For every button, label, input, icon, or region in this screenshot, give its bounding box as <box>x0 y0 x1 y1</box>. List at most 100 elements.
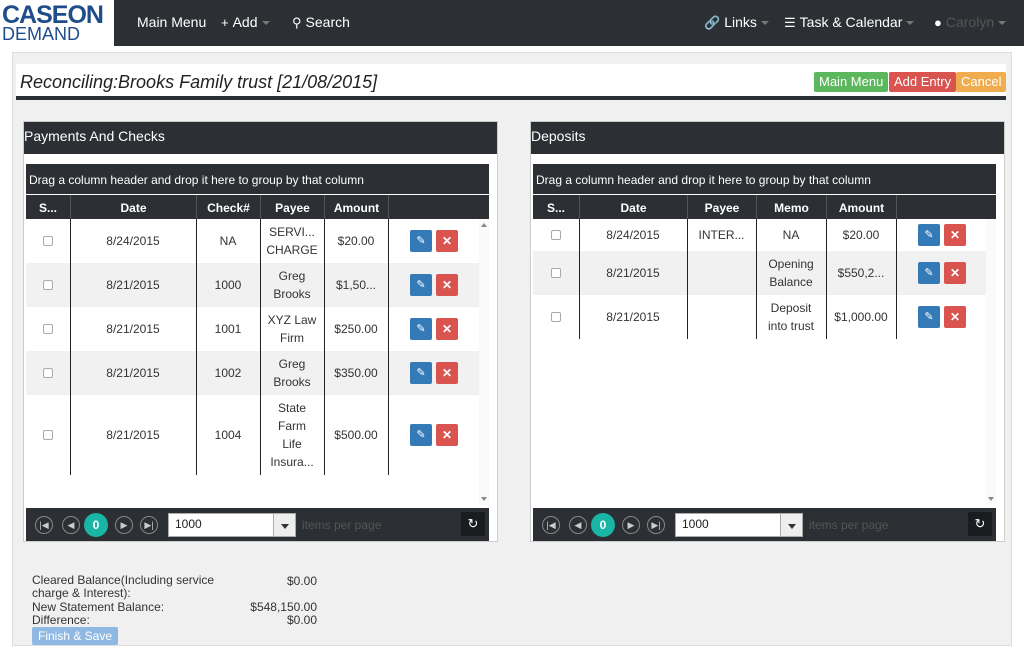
nav-search-label: Search <box>305 14 350 30</box>
nav-user-name: Carolyn <box>945 14 995 30</box>
row-select <box>26 219 70 263</box>
delete-icon[interactable]: ✕ <box>944 262 966 284</box>
col-select[interactable]: S... <box>26 195 70 219</box>
nav-task-calendar-label: Task & Calendar <box>799 14 903 30</box>
scroll-down-icon[interactable] <box>481 497 487 501</box>
row-select <box>26 307 70 351</box>
payments-grid: Drag a column header and drop it here to… <box>26 164 489 541</box>
refresh-icon[interactable]: ↻ <box>968 512 992 536</box>
next-page-icon[interactable]: ▶ <box>115 516 133 534</box>
table-row[interactable]: 8/21/2015 Deposit into trust $1,000.00 ✎… <box>533 295 986 339</box>
edit-icon[interactable]: ✎ <box>918 306 940 328</box>
deposits-group-hint[interactable]: Drag a column header and drop it here to… <box>533 164 996 194</box>
delete-icon[interactable]: ✕ <box>944 306 966 328</box>
caseondemand-logo[interactable]: CASEON DEMAND <box>0 0 114 46</box>
col-payee[interactable]: Payee <box>687 195 756 219</box>
row-select <box>533 251 579 295</box>
scroll-up-icon[interactable] <box>481 223 487 227</box>
edit-icon[interactable]: ✎ <box>410 274 432 296</box>
row-check-number: 1002 <box>214 366 242 380</box>
delete-icon[interactable]: ✕ <box>436 318 458 340</box>
row-check-number: 1004 <box>214 428 242 442</box>
col-payee[interactable]: Payee <box>260 195 324 219</box>
col-select[interactable]: S... <box>533 195 579 219</box>
delete-icon[interactable]: ✕ <box>436 230 458 252</box>
prev-page-icon[interactable]: ◀ <box>62 516 80 534</box>
payments-group-hint[interactable]: Drag a column header and drop it here to… <box>26 164 489 194</box>
row-payee: Greg Brooks <box>273 357 311 389</box>
edit-icon[interactable]: ✎ <box>410 318 432 340</box>
row-payee: State Farm Life Insura... <box>270 401 314 469</box>
col-date[interactable]: Date <box>70 195 196 219</box>
table-row[interactable]: 8/21/2015 1004 State Farm Life Insura...… <box>26 395 479 475</box>
chevron-down-icon[interactable] <box>273 514 295 536</box>
edit-icon[interactable]: ✎ <box>410 424 432 446</box>
row-checkbox[interactable] <box>551 230 561 240</box>
edit-icon[interactable]: ✎ <box>918 262 940 284</box>
row-checkbox[interactable] <box>551 312 561 322</box>
col-date[interactable]: Date <box>579 195 687 219</box>
nav-links[interactable]: 🔗 Links <box>704 14 769 31</box>
current-page[interactable]: 0 <box>591 513 615 537</box>
table-row[interactable]: 8/24/2015 NA SERVI... CHARGE $20.00 ✎ ✕ <box>26 219 479 263</box>
row-check-number: 1000 <box>214 278 242 292</box>
cancel-button[interactable]: Cancel <box>956 72 1007 92</box>
row-checkbox[interactable] <box>43 430 53 440</box>
row-actions: ✎ ✕ <box>388 351 480 395</box>
deposits-scrollbar[interactable] <box>986 219 996 505</box>
col-amount[interactable]: Amount <box>324 195 388 219</box>
row-checkbox[interactable] <box>43 368 53 378</box>
table-row[interactable]: 8/21/2015 Opening Balance $550,2... ✎ ✕ <box>533 251 986 295</box>
last-page-icon[interactable]: ▶| <box>140 516 158 534</box>
edit-icon[interactable]: ✎ <box>918 224 940 246</box>
nav-main-menu[interactable]: Main Menu <box>137 14 206 30</box>
row-actions: ✎ ✕ <box>896 251 988 295</box>
last-page-icon[interactable]: ▶| <box>647 516 665 534</box>
col-memo[interactable]: Memo <box>756 195 826 219</box>
row-checkbox[interactable] <box>43 324 53 334</box>
nav-add[interactable]: + Add <box>221 14 270 30</box>
edit-icon[interactable]: ✎ <box>410 230 432 252</box>
delete-icon[interactable]: ✕ <box>436 274 458 296</box>
table-row[interactable]: 8/21/2015 1001 XYZ Law Firm $250.00 ✎ ✕ <box>26 307 479 351</box>
prev-page-icon[interactable]: ◀ <box>569 516 587 534</box>
payments-scrollbar[interactable] <box>479 219 489 505</box>
delete-icon[interactable]: ✕ <box>436 424 458 446</box>
page-size-select[interactable]: 1000 <box>168 513 296 537</box>
delete-icon[interactable]: ✕ <box>944 224 966 246</box>
table-row[interactable]: 8/24/2015 INTER... NA $20.00 ✎ ✕ <box>533 219 986 251</box>
row-select <box>533 295 579 339</box>
finish-save-button[interactable]: Finish & Save <box>32 627 119 645</box>
nav-task-calendar[interactable]: ☰ Task & Calendar <box>784 14 915 31</box>
page-size-select[interactable]: 1000 <box>675 513 803 537</box>
reconcile-summary: Cleared Balance(Including service charge… <box>32 574 322 628</box>
row-checkbox[interactable] <box>551 268 561 278</box>
next-page-icon[interactable]: ▶ <box>622 516 640 534</box>
first-page-icon[interactable]: |◀ <box>542 516 560 534</box>
edit-icon[interactable]: ✎ <box>410 362 432 384</box>
table-row[interactable]: 8/21/2015 1002 Greg Brooks $350.00 ✎ ✕ <box>26 351 479 395</box>
deposits-grid: Drag a column header and drop it here to… <box>533 164 996 541</box>
nav-search[interactable]: ⚲ Search <box>292 14 350 31</box>
col-amount[interactable]: Amount <box>826 195 896 219</box>
refresh-icon[interactable]: ↻ <box>461 512 485 536</box>
current-page[interactable]: 0 <box>84 513 108 537</box>
first-page-icon[interactable]: |◀ <box>35 516 53 534</box>
table-row[interactable]: 8/21/2015 1000 Greg Brooks $1,50... ✎ ✕ <box>26 263 479 307</box>
difference-value: $0.00 <box>286 613 317 627</box>
deposits-pager: |◀ ◀ 0 ▶ ▶| 1000 items per page ↻ <box>533 508 996 541</box>
nav-links-label: Links <box>724 14 757 30</box>
row-select <box>26 351 70 395</box>
scroll-down-icon[interactable] <box>988 497 994 501</box>
row-checkbox[interactable] <box>43 236 53 246</box>
delete-icon[interactable]: ✕ <box>436 362 458 384</box>
row-checkbox[interactable] <box>43 280 53 290</box>
row-date: 8/21/2015 <box>106 366 160 380</box>
col-check-number[interactable]: Check# <box>196 195 260 219</box>
add-entry-button[interactable]: Add Entry <box>889 72 957 92</box>
column-divider <box>70 219 71 475</box>
chevron-down-icon[interactable] <box>780 514 802 536</box>
nav-user[interactable]: ● Carolyn <box>934 14 1007 30</box>
main-menu-button[interactable]: Main Menu <box>814 72 889 92</box>
nav-main-menu-label: Main Menu <box>137 14 207 30</box>
